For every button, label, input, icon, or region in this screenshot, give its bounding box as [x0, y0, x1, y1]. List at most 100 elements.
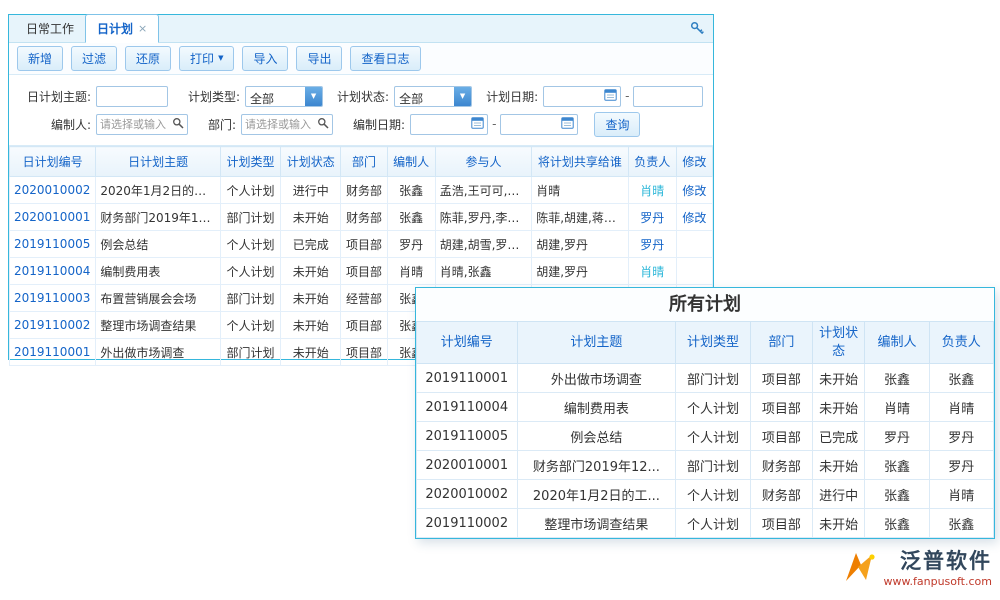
- table-row[interactable]: 20200100022020年1月2日的工作日...个人计划进行中财务部张鑫孟浩…: [10, 177, 713, 204]
- compile-date-to-input[interactable]: [500, 114, 578, 135]
- type-select[interactable]: 全部 ▼: [245, 86, 323, 107]
- cell-status: 已完成: [813, 422, 865, 451]
- table-head: 计划编号计划主题计划类型部门计划状态编制人负责人: [417, 322, 994, 364]
- cell-edit[interactable]: 修改: [676, 177, 712, 204]
- cell-id[interactable]: 2019110005: [10, 231, 96, 258]
- import-button[interactable]: 导入: [242, 46, 288, 71]
- dept-search[interactable]: [241, 114, 333, 135]
- column-header[interactable]: 部门: [750, 322, 812, 364]
- cell-type: 个人计划: [676, 393, 750, 422]
- column-header[interactable]: 计划主题: [517, 322, 676, 364]
- column-header[interactable]: 编制人: [387, 147, 435, 177]
- table-row[interactable]: 2019110002整理市场调查结果个人计划项目部未开始张鑫张鑫: [417, 509, 994, 538]
- calendar-icon[interactable]: [471, 116, 484, 132]
- calendar-icon[interactable]: [604, 88, 617, 104]
- cell-type: 个人计划: [220, 231, 280, 258]
- column-header[interactable]: 修改: [676, 147, 712, 177]
- chevron-down-icon[interactable]: ▼: [305, 87, 322, 106]
- cell-id[interactable]: 2019110002: [10, 312, 96, 339]
- table-body: 2019110001外出做市场调查部门计划项目部未开始张鑫张鑫201911000…: [417, 364, 994, 538]
- new-button[interactable]: 新增: [17, 46, 63, 71]
- column-header[interactable]: 编制人: [865, 322, 929, 364]
- dept-input[interactable]: [242, 116, 317, 133]
- key-icon[interactable]: [690, 21, 706, 37]
- export-button[interactable]: 导出: [296, 46, 342, 71]
- cell-edit[interactable]: 修改: [676, 204, 712, 231]
- cell-id[interactable]: 2019110001: [10, 339, 96, 366]
- column-header[interactable]: 计划编号: [417, 322, 518, 364]
- plan-date-to-input[interactable]: [633, 86, 703, 107]
- column-header[interactable]: 日计划编号: [10, 147, 96, 177]
- cell-dept: 项目部: [750, 364, 812, 393]
- cell-type: 部门计划: [220, 204, 280, 231]
- column-header[interactable]: 计划状态: [281, 147, 341, 177]
- cell-id[interactable]: 2020010002: [10, 177, 96, 204]
- cell-subject: 布置营销展会会场: [96, 285, 221, 312]
- cell-creator: 张鑫: [865, 480, 929, 509]
- table-row[interactable]: 2019110001外出做市场调查部门计划项目部未开始张鑫张鑫: [417, 364, 994, 393]
- cell-type: 个人计划: [676, 509, 750, 538]
- cell-subject: 整理市场调查结果: [517, 509, 676, 538]
- chevron-down-icon[interactable]: ▼: [454, 87, 471, 106]
- table-row[interactable]: 2020010001财务部门2019年12...部门计划财务部未开始张鑫罗丹: [417, 451, 994, 480]
- table-row[interactable]: 2020010001财务部门2019年12月的...部门计划未开始财务部张鑫陈菲…: [10, 204, 713, 231]
- cell-creator: 张鑫: [387, 204, 435, 231]
- cell-id[interactable]: 2019110004: [10, 258, 96, 285]
- cell-participants: 孟浩,王可可,肖晴,张鑫: [435, 177, 531, 204]
- cell-dept: 项目部: [750, 509, 812, 538]
- table-row[interactable]: 20200100022020年1月2日的工...个人计划财务部进行中张鑫肖晴: [417, 480, 994, 509]
- cell-status: 未开始: [813, 393, 865, 422]
- cell-id: 2020010001: [417, 451, 518, 480]
- cell-owner[interactable]: 罗丹: [628, 231, 676, 258]
- tab-daily-plan[interactable]: 日计划 ×: [85, 14, 159, 43]
- table-row[interactable]: 2019110005例会总结个人计划已完成项目部罗丹胡建,胡雪,罗丹,任晓...…: [10, 231, 713, 258]
- dept-label: 部门:: [208, 116, 236, 133]
- table-row[interactable]: 2019110004编制费用表个人计划未开始项目部肖晴肖晴,张鑫胡建,罗丹肖晴: [10, 258, 713, 285]
- table-row[interactable]: 2019110005例会总结个人计划项目部已完成罗丹罗丹: [417, 422, 994, 451]
- tab-daily-work[interactable]: 日常工作: [15, 15, 85, 42]
- cell-owner[interactable]: 罗丹: [628, 204, 676, 231]
- close-icon[interactable]: ×: [138, 23, 147, 34]
- column-header[interactable]: 日计划主题: [96, 147, 221, 177]
- cell-share: 胡建,罗丹: [532, 258, 628, 285]
- restore-button[interactable]: 还原: [125, 46, 171, 71]
- view-log-button[interactable]: 查看日志: [350, 46, 420, 71]
- plan-date-from-input[interactable]: [543, 86, 621, 107]
- date-range-separator: -: [625, 89, 629, 103]
- all-plans-table: 计划编号计划主题计划类型部门计划状态编制人负责人 2019110001外出做市场…: [416, 321, 994, 538]
- cell-status: 已完成: [281, 231, 341, 258]
- column-header[interactable]: 负责人: [628, 147, 676, 177]
- chevron-down-icon: ▼: [218, 55, 223, 62]
- creator-input[interactable]: [97, 116, 172, 133]
- search-icon[interactable]: [172, 117, 184, 132]
- page: 日常工作 日计划 × 新增 过滤 还原 打印 ▼ 导入 导出 查: [0, 0, 1000, 600]
- brand-name: 泛普软件: [900, 550, 992, 573]
- column-header[interactable]: 负责人: [929, 322, 993, 364]
- cell-id[interactable]: 2020010001: [10, 204, 96, 231]
- cell-id[interactable]: 2019110003: [10, 285, 96, 312]
- table-row[interactable]: 2019110004编制费用表个人计划项目部未开始肖晴肖晴: [417, 393, 994, 422]
- status-select[interactable]: 全部 ▼: [394, 86, 472, 107]
- calendar-icon[interactable]: [561, 116, 574, 132]
- print-label: 打印: [190, 50, 214, 67]
- column-header[interactable]: 部门: [341, 147, 387, 177]
- creator-search[interactable]: [96, 114, 188, 135]
- cell-type: 个人计划: [220, 258, 280, 285]
- column-header[interactable]: 计划类型: [676, 322, 750, 364]
- header-row: 日计划编号日计划主题计划类型计划状态部门编制人参与人将计划共享给谁负责人修改: [10, 147, 713, 177]
- column-header[interactable]: 参与人: [435, 147, 531, 177]
- cell-subject: 例会总结: [517, 422, 676, 451]
- cell-owner[interactable]: 肖晴: [628, 177, 676, 204]
- compile-date-from-input[interactable]: [410, 114, 488, 135]
- filter-button[interactable]: 过滤: [71, 46, 117, 71]
- column-header[interactable]: 将计划共享给谁: [532, 147, 628, 177]
- query-button[interactable]: 查询: [594, 112, 640, 137]
- column-header[interactable]: 计划状态: [813, 322, 865, 364]
- column-header[interactable]: 计划类型: [220, 147, 280, 177]
- print-button[interactable]: 打印 ▼: [179, 46, 234, 71]
- cell-owner: 张鑫: [929, 509, 993, 538]
- subject-input[interactable]: [96, 86, 168, 107]
- search-icon[interactable]: [317, 117, 329, 132]
- cell-owner[interactable]: 肖晴: [628, 258, 676, 285]
- brand-url: www.fanpusoft.com: [884, 575, 992, 588]
